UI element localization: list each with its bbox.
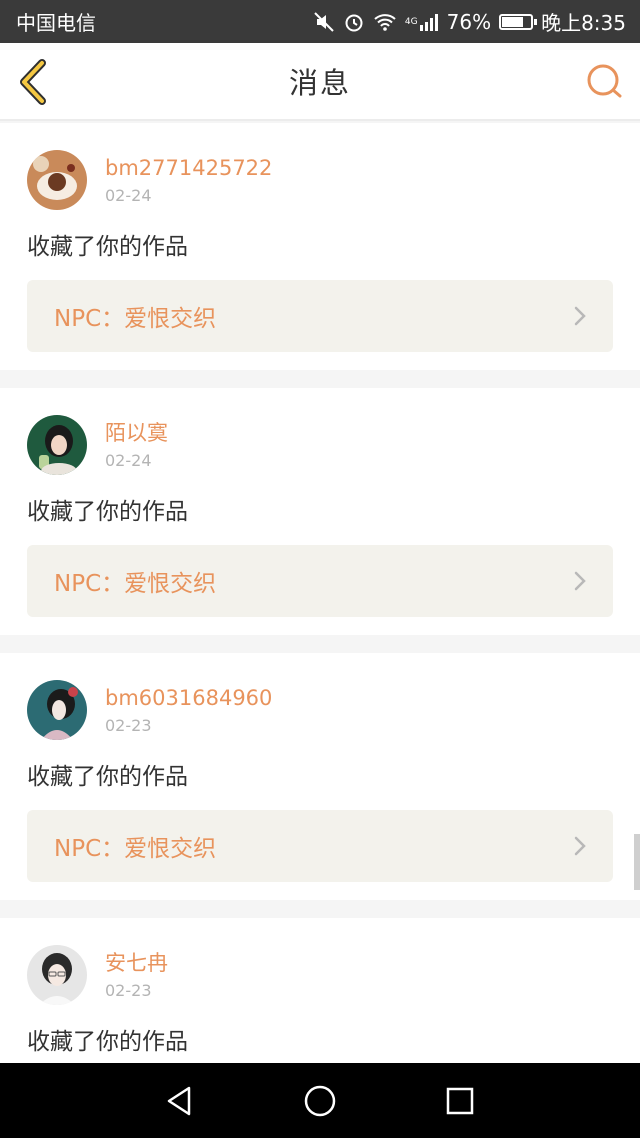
chevron-right-icon xyxy=(574,306,586,326)
message-card: bm2771425722 02-24 收藏了你的作品 NPC：爱恨交织 xyxy=(0,123,640,370)
recents-square-icon xyxy=(446,1087,474,1114)
user-meta: 陌以寞 02-24 xyxy=(105,415,168,475)
user-meta: bm2771425722 02-24 xyxy=(105,150,272,210)
message-date: 02-23 xyxy=(105,716,152,735)
avatar[interactable] xyxy=(27,150,87,210)
wifi-icon xyxy=(373,12,397,32)
message-user-row: bm6031684960 02-23 xyxy=(27,680,613,740)
message-date: 02-23 xyxy=(105,981,152,1000)
status-right: 4G 76% 晚上8:35 xyxy=(313,7,626,36)
work-link[interactable]: NPC：爱恨交织 xyxy=(27,545,613,617)
search-button[interactable] xyxy=(586,63,624,101)
search-icon xyxy=(587,64,622,98)
system-back-button[interactable] xyxy=(150,1071,210,1131)
mute-icon xyxy=(313,11,335,33)
message-user-row: 陌以寞 02-24 xyxy=(27,415,613,475)
work-link[interactable]: NPC：爱恨交织 xyxy=(27,810,613,882)
battery-fill xyxy=(502,16,523,27)
status-left: 中国电信 xyxy=(16,7,96,36)
message-user-row: 安七冉 02-23 xyxy=(27,945,613,1005)
scrollbar[interactable] xyxy=(634,834,640,890)
username[interactable]: bm6031684960 xyxy=(105,684,272,712)
message-date: 02-24 xyxy=(105,451,152,470)
battery-icon xyxy=(499,13,538,30)
chevron-left-icon xyxy=(20,59,46,105)
username[interactable]: bm2771425722 xyxy=(105,154,272,182)
alarm-icon xyxy=(343,11,365,33)
username[interactable]: 安七冉 xyxy=(105,949,168,977)
message-date: 02-24 xyxy=(105,186,152,205)
message-list[interactable]: bm2771425722 02-24 收藏了你的作品 NPC：爱恨交织 陌以寞 … xyxy=(0,123,640,1063)
message-action: 收藏了你的作品 xyxy=(27,499,188,525)
status-bar: 中国电信 4G 76% 晚上8:35 xyxy=(0,0,640,43)
signal-icon: 4G xyxy=(405,13,439,31)
home-circle-icon xyxy=(304,1085,336,1116)
work-title: NPC：爱恨交织 xyxy=(54,571,217,597)
user-meta: 安七冉 02-23 xyxy=(105,945,168,1005)
carrier-label: 中国电信 xyxy=(16,11,96,35)
work-link[interactable]: NPC：爱恨交织 xyxy=(27,280,613,352)
message-user-row: bm2771425722 02-24 xyxy=(27,150,613,210)
system-home-button[interactable] xyxy=(290,1071,350,1131)
chevron-right-icon xyxy=(574,836,586,856)
message-action: 收藏了你的作品 xyxy=(27,234,188,260)
avatar[interactable] xyxy=(27,945,87,1005)
avatar[interactable] xyxy=(27,680,87,740)
battery-percent: 76% xyxy=(446,9,492,34)
username[interactable]: 陌以寞 xyxy=(105,419,168,447)
back-triangle-icon xyxy=(167,1086,191,1115)
network-label: 4G xyxy=(404,16,418,27)
message-card: 陌以寞 02-24 收藏了你的作品 NPC：爱恨交织 xyxy=(0,388,640,635)
chevron-right-icon xyxy=(574,571,586,591)
message-action: 收藏了你的作品 xyxy=(27,1029,188,1055)
work-title: NPC：爱恨交织 xyxy=(54,306,217,332)
message-card: bm6031684960 02-23 收藏了你的作品 NPC：爱恨交织 xyxy=(0,653,640,900)
clock-time: 晚上8:35 xyxy=(541,11,626,35)
page-title: 消息 xyxy=(288,66,351,100)
header-bar: 消息 xyxy=(0,43,640,121)
avatar[interactable] xyxy=(27,415,87,475)
work-title: NPC：爱恨交织 xyxy=(54,836,217,862)
message-card: 安七冉 02-23 收藏了你的作品 xyxy=(0,918,640,1063)
back-button[interactable] xyxy=(16,57,50,107)
message-action: 收藏了你的作品 xyxy=(27,764,188,790)
system-recents-button[interactable] xyxy=(430,1071,490,1131)
system-navigation-bar xyxy=(0,1063,640,1138)
user-meta: bm6031684960 02-23 xyxy=(105,680,272,740)
